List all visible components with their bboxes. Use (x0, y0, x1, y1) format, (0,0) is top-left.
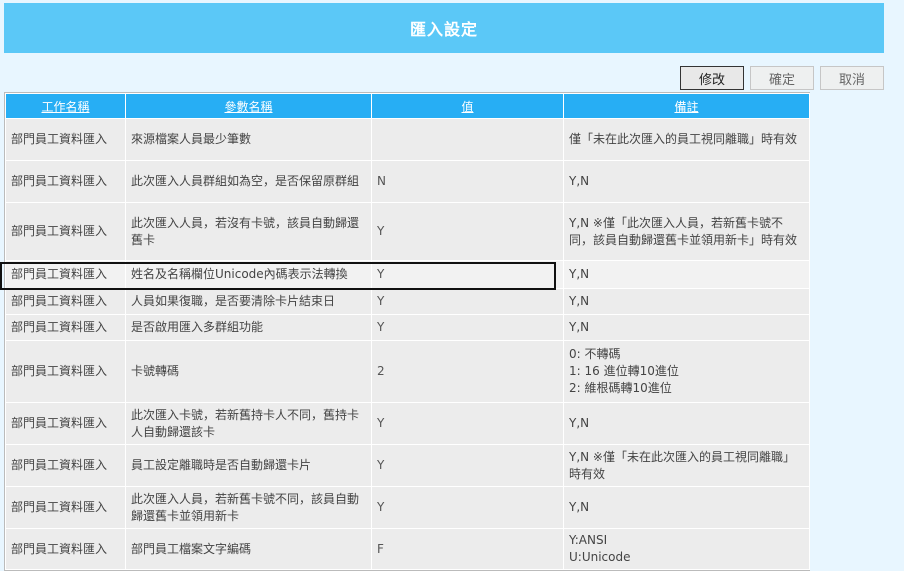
column-header-note[interactable]: 備註 (563, 93, 810, 119)
note-cell: Y,N ※僅「此次匯入人員，若新舊卡號不同，該員自動歸還舊卡並領用新卡」時有效 (563, 202, 810, 261)
task-cell: 部門員工資料匯入 (5, 314, 126, 341)
task-cell: 部門員工資料匯入 (5, 288, 126, 315)
param-cell: 此次匯入人員，若沒有卡號，該員自動歸還舊卡 (125, 202, 372, 261)
confirm-button[interactable]: 確定 (750, 66, 814, 90)
toolbar: 修改 確定 取消 (680, 66, 884, 90)
table-row[interactable]: 部門員工資料匯入 人員如果復職，是否要清除卡片結束日 Y Y,N (5, 288, 810, 315)
value-cell (371, 118, 564, 161)
note-cell: Y,N (563, 260, 810, 289)
param-cell: 人員如果復職，是否要清除卡片結束日 (125, 288, 372, 315)
table-header-row: 工作名稱 參數名稱 值 備註 (5, 93, 810, 119)
value-cell: Y (371, 288, 564, 315)
param-cell: 來源檔案人員最少筆數 (125, 118, 372, 161)
table-row[interactable]: 部門員工資料匯入 此次匯入人員，若沒有卡號，該員自動歸還舊卡 Y Y,N ※僅「此次匯… (5, 202, 810, 261)
table-body: 部門員工資料匯入 來源檔案人員最少筆數 僅「未在此次匯入的員工視同離職」時有效 部門員… (5, 118, 810, 570)
note-cell: Y,N ※僅「未在此次匯入的員工視同離職」時有效 (563, 444, 810, 487)
table-row[interactable]: 部門員工資料匯入 員工設定離職時是否自動歸還卡片 Y Y,N ※僅「未在此次匯入的員工… (5, 444, 810, 487)
task-cell: 部門員工資料匯入 (5, 402, 126, 445)
param-cell: 此次匯入人員群組如為空，是否保留原群組 (125, 160, 372, 203)
value-cell: F (371, 528, 564, 570)
note-cell: Y,N (563, 402, 810, 445)
page-title-text: 匯入設定 (409, 20, 478, 39)
table-row[interactable]: 部門員工資料匯入 此次匯入人員，若新舊卡號不同，該員自動歸還舊卡並領用新卡 Y Y,N (5, 486, 810, 529)
note-cell: Y,N (563, 314, 810, 341)
param-cell: 此次匯入人員，若新舊卡號不同，該員自動歸還舊卡並領用新卡 (125, 486, 372, 529)
task-cell: 部門員工資料匯入 (5, 202, 126, 261)
note-cell: Y,N (563, 160, 810, 203)
task-cell: 部門員工資料匯入 (5, 444, 126, 487)
note-cell: Y,N (563, 486, 810, 529)
param-cell: 員工設定離職時是否自動歸還卡片 (125, 444, 372, 487)
value-cell: Y (371, 314, 564, 341)
table-row[interactable]: 部門員工資料匯入 姓名及名稱欄位Unicode內碼表示法轉換 Y Y,N (5, 260, 810, 289)
task-cell: 部門員工資料匯入 (5, 528, 126, 570)
value-cell: 2 (371, 340, 564, 403)
task-cell: 部門員工資料匯入 (5, 340, 126, 403)
value-cell: Y (371, 486, 564, 529)
note-cell: 僅「未在此次匯入的員工視同離職」時有效 (563, 118, 810, 161)
settings-table: 工作名稱 參數名稱 值 備註 部門員工資料匯入 來源檔案人員最少筆數 僅「未在此次匯… (4, 92, 810, 571)
table-row[interactable]: 部門員工資料匯入 卡號轉碼 2 0: 不轉碼 1: 16 進位轉10進位 2: 維根碼… (5, 340, 810, 403)
task-cell: 部門員工資料匯入 (5, 118, 126, 161)
param-cell: 姓名及名稱欄位Unicode內碼表示法轉換 (125, 260, 372, 289)
table-row[interactable]: 部門員工資料匯入 此次匯入卡號，若新舊持卡人不同，舊持卡人自動歸還該卡 Y Y,N (5, 402, 810, 445)
table-row[interactable]: 部門員工資料匯入 部門員工檔案文字編碼 F Y:ANSI U:Unicode (5, 528, 810, 570)
task-cell: 部門員工資料匯入 (5, 486, 126, 529)
edit-button[interactable]: 修改 (680, 66, 744, 90)
param-cell: 是否啟用匯入多群組功能 (125, 314, 372, 341)
cancel-button[interactable]: 取消 (820, 66, 884, 90)
page-title: 匯入設定 (4, 3, 884, 53)
note-cell: 0: 不轉碼 1: 16 進位轉10進位 2: 維根碼轉10進位 (563, 340, 810, 403)
column-header-value[interactable]: 值 (371, 93, 564, 119)
value-cell: Y (371, 402, 564, 445)
note-cell: Y:ANSI U:Unicode (563, 528, 810, 570)
task-cell: 部門員工資料匯入 (5, 260, 126, 289)
value-cell: N (371, 160, 564, 203)
column-header-param[interactable]: 參數名稱 (125, 93, 372, 119)
value-cell: Y (371, 202, 564, 261)
note-cell: Y,N (563, 288, 810, 315)
param-cell: 此次匯入卡號，若新舊持卡人不同，舊持卡人自動歸還該卡 (125, 402, 372, 445)
table-row[interactable]: 部門員工資料匯入 來源檔案人員最少筆數 僅「未在此次匯入的員工視同離職」時有效 (5, 118, 810, 161)
table-row[interactable]: 部門員工資料匯入 是否啟用匯入多群組功能 Y Y,N (5, 314, 810, 341)
column-header-task[interactable]: 工作名稱 (5, 93, 126, 119)
value-cell: Y (371, 444, 564, 487)
task-cell: 部門員工資料匯入 (5, 160, 126, 203)
value-cell: Y (371, 260, 564, 289)
table-row[interactable]: 部門員工資料匯入 此次匯入人員群組如為空，是否保留原群組 N Y,N (5, 160, 810, 203)
param-cell: 部門員工檔案文字編碼 (125, 528, 372, 570)
param-cell: 卡號轉碼 (125, 340, 372, 403)
